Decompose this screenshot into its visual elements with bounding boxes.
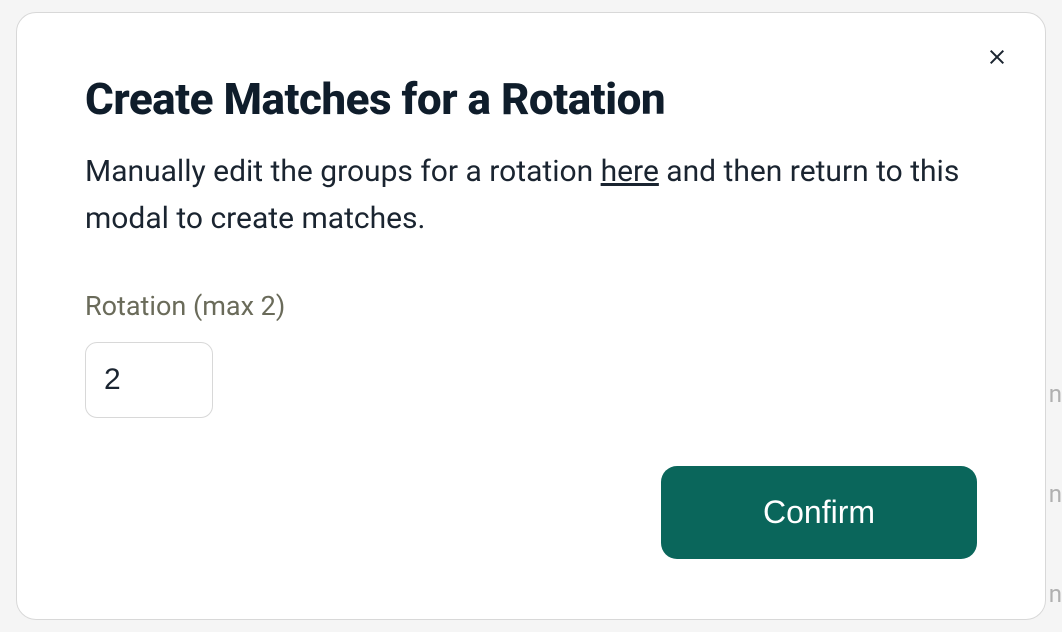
modal-title: Create Matches for a Rotation [85, 73, 977, 125]
confirm-button[interactable]: Confirm [661, 466, 977, 559]
edit-groups-link[interactable]: here [601, 154, 659, 189]
close-button[interactable] [981, 41, 1013, 73]
description-text-1: Manually edit the groups for a rotation [85, 154, 601, 189]
modal-description: Manually edit the groups for a rotation … [85, 149, 977, 242]
close-icon [985, 45, 1009, 69]
rotation-field-label: Rotation (max 2) [85, 290, 977, 322]
create-matches-modal: Create Matches for a Rotation Manually e… [16, 12, 1046, 620]
rotation-input[interactable] [85, 342, 213, 418]
